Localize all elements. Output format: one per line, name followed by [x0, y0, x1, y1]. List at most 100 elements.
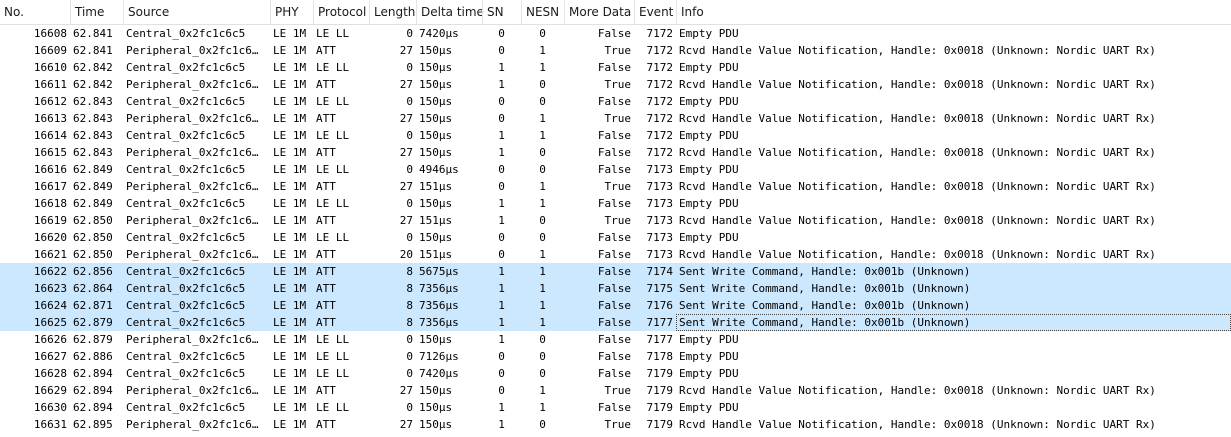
cell-info: Empty PDU: [679, 163, 739, 176]
cell-protocol: ATT: [316, 44, 336, 57]
cell-delta-time: 150µs: [419, 197, 453, 210]
cell-info: Empty PDU: [679, 27, 739, 40]
column-header-time[interactable]: Time: [70, 0, 123, 24]
table-row[interactable]: 16622 62.856 Central_0x2fc1c6c5 LE 1M ATT 8 56…: [0, 263, 1231, 280]
cell-nesn: 0: [539, 333, 546, 346]
cell-more-data: True: [604, 78, 632, 91]
table-row[interactable]: 16626 62.879 Peripheral_0x2fc1c6… LE 1M LE L…: [0, 331, 1231, 348]
table-row[interactable]: 16619 62.850 Peripheral_0x2fc1c6… LE 1M ATT 2…: [0, 212, 1231, 229]
cell-sn: 1: [498, 146, 505, 159]
table-row[interactable]: 16624 62.871 Central_0x2fc1c6c5 LE 1M ATT 8 73…: [0, 297, 1231, 314]
cell-delta-time: 150µs: [419, 231, 453, 244]
cell-event: 7173: [646, 180, 674, 193]
table-row[interactable]: 16630 62.894 Central_0x2fc1c6c5 LE 1M LE LL 0…: [0, 399, 1231, 416]
cell-time: 62.843: [73, 112, 113, 125]
cell-length: 0: [406, 231, 413, 244]
cell-more-data: False: [597, 231, 631, 244]
cell-more-data: True: [604, 214, 632, 227]
cell-length: 27: [399, 214, 413, 227]
cell-length: 0: [406, 163, 413, 176]
cell-more-data: False: [597, 248, 631, 261]
column-header-info[interactable]: Info: [676, 0, 1231, 24]
cell-nesn: 1: [539, 180, 546, 193]
table-row[interactable]: 16629 62.894 Peripheral_0x2fc1c6… LE 1M ATT 2…: [0, 382, 1231, 399]
cell-source: Central_0x2fc1c6c5: [126, 282, 246, 295]
cell-more-data: False: [597, 350, 631, 363]
table-row[interactable]: 16628 62.894 Central_0x2fc1c6c5 LE 1M LE LL 0…: [0, 365, 1231, 382]
cell-source: Central_0x2fc1c6c5: [126, 61, 246, 74]
cell-no: 16630: [33, 401, 67, 414]
table-row[interactable]: 16631 62.895 Peripheral_0x2fc1c6… LE 1M ATT 2…: [0, 416, 1231, 433]
table-row[interactable]: 16609 62.841 Peripheral_0x2fc1c6… LE 1M ATT 2…: [0, 42, 1231, 59]
column-header-no[interactable]: No.: [0, 0, 70, 24]
cell-info: Rcvd Handle Value Notification, Handle: …: [679, 248, 1156, 261]
cell-delta-time: 7356µs: [419, 316, 459, 329]
table-row[interactable]: 16610 62.842 Central_0x2fc1c6c5 LE 1M LE LL 0…: [0, 59, 1231, 76]
packet-list[interactable]: No. Time Source PHY Protocol Length Delt…: [0, 0, 1231, 437]
cell-info: Sent Write Command, Handle: 0x001b (Unkn…: [679, 299, 971, 312]
column-header-phy[interactable]: PHY: [270, 0, 313, 24]
cell-sn: 1: [498, 61, 505, 74]
cell-length: 27: [399, 78, 413, 91]
table-row[interactable]: 16618 62.849 Central_0x2fc1c6c5 LE 1M LE LL 0…: [0, 195, 1231, 212]
cell-delta-time: 150µs: [419, 61, 453, 74]
column-header-protocol[interactable]: Protocol: [313, 0, 369, 24]
cell-nesn: 0: [539, 95, 546, 108]
cell-no: 16613: [33, 112, 67, 125]
cell-length: 8: [406, 316, 413, 329]
table-row[interactable]: 16614 62.843 Central_0x2fc1c6c5 LE 1M LE LL 0…: [0, 127, 1231, 144]
column-header-delta-time[interactable]: Delta time: [416, 0, 484, 24]
cell-sn: 0: [498, 231, 505, 244]
column-header-event[interactable]: Event: [634, 0, 676, 24]
cell-protocol: LE LL: [316, 163, 350, 176]
cell-length: 0: [406, 95, 413, 108]
column-header-sn[interactable]: SN: [482, 0, 521, 24]
table-row[interactable]: 16608 62.841 Central_0x2fc1c6c5 LE 1M LE LL 0…: [0, 25, 1231, 42]
cell-info: Rcvd Handle Value Notification, Handle: …: [679, 112, 1156, 125]
cell-protocol: LE LL: [316, 367, 350, 380]
table-row[interactable]: 16625 62.879 Central_0x2fc1c6c5 LE 1M ATT 8 73…: [0, 314, 1231, 331]
cell-time: 62.843: [73, 146, 113, 159]
table-row[interactable]: 16620 62.850 Central_0x2fc1c6c5 LE 1M LE LL 0…: [0, 229, 1231, 246]
cell-delta-time: 7420µs: [419, 27, 459, 40]
cell-nesn: 1: [539, 44, 546, 57]
cell-phy: LE 1M: [273, 282, 307, 295]
cell-delta-time: 150µs: [419, 384, 453, 397]
cell-protocol: LE LL: [316, 61, 350, 74]
cell-source: Central_0x2fc1c6c5: [126, 95, 246, 108]
cell-nesn: 0: [539, 231, 546, 244]
cell-length: 8: [406, 299, 413, 312]
column-header-length[interactable]: Length: [369, 0, 416, 24]
cell-info: Empty PDU: [679, 129, 739, 142]
table-row[interactable]: 16613 62.843 Peripheral_0x2fc1c6… LE 1M ATT 2…: [0, 110, 1231, 127]
cell-nesn: 1: [539, 61, 546, 74]
table-row[interactable]: 16611 62.842 Peripheral_0x2fc1c6… LE 1M ATT 2…: [0, 76, 1231, 93]
table-row[interactable]: 16616 62.849 Central_0x2fc1c6c5 LE 1M LE LL 0…: [0, 161, 1231, 178]
cell-source: Peripheral_0x2fc1c6…: [126, 180, 259, 193]
cell-more-data: True: [604, 384, 632, 397]
cell-protocol: LE LL: [316, 129, 350, 142]
cell-event: 7172: [646, 61, 674, 74]
table-row[interactable]: 16621 62.850 Peripheral_0x2fc1c6… LE 1M ATT 2…: [0, 246, 1231, 263]
table-row[interactable]: 16627 62.886 Central_0x2fc1c6c5 LE 1M LE LL 0…: [0, 348, 1231, 365]
column-header-more-data[interactable]: More Data: [564, 0, 634, 24]
cell-info: Sent Write Command, Handle: 0x001b (Unkn…: [676, 314, 1231, 331]
cell-source: Peripheral_0x2fc1c6…: [126, 248, 259, 261]
cell-delta-time: 150µs: [419, 401, 453, 414]
cell-sn: 0: [498, 112, 505, 125]
table-row[interactable]: 16617 62.849 Peripheral_0x2fc1c6… LE 1M ATT 2…: [0, 178, 1231, 195]
table-row[interactable]: 16615 62.843 Peripheral_0x2fc1c6… LE 1M ATT 2…: [0, 144, 1231, 161]
cell-source: Peripheral_0x2fc1c6…: [126, 44, 259, 57]
table-row[interactable]: 16612 62.843 Central_0x2fc1c6c5 LE 1M LE LL 0…: [0, 93, 1231, 110]
column-header-source[interactable]: Source: [123, 0, 270, 24]
cell-time: 62.894: [73, 384, 113, 397]
cell-info: Rcvd Handle Value Notification, Handle: …: [679, 44, 1156, 57]
cell-phy: LE 1M: [273, 180, 307, 193]
cell-info: Rcvd Handle Value Notification, Handle: …: [679, 180, 1156, 193]
table-row[interactable]: 16623 62.864 Central_0x2fc1c6c5 LE 1M ATT 8 73…: [0, 280, 1231, 297]
cell-nesn: 0: [539, 163, 546, 176]
column-header-nesn[interactable]: NESN: [521, 0, 564, 24]
cell-protocol: ATT: [316, 248, 336, 261]
cell-sn: 0: [498, 44, 505, 57]
cell-sn: 1: [498, 265, 505, 278]
